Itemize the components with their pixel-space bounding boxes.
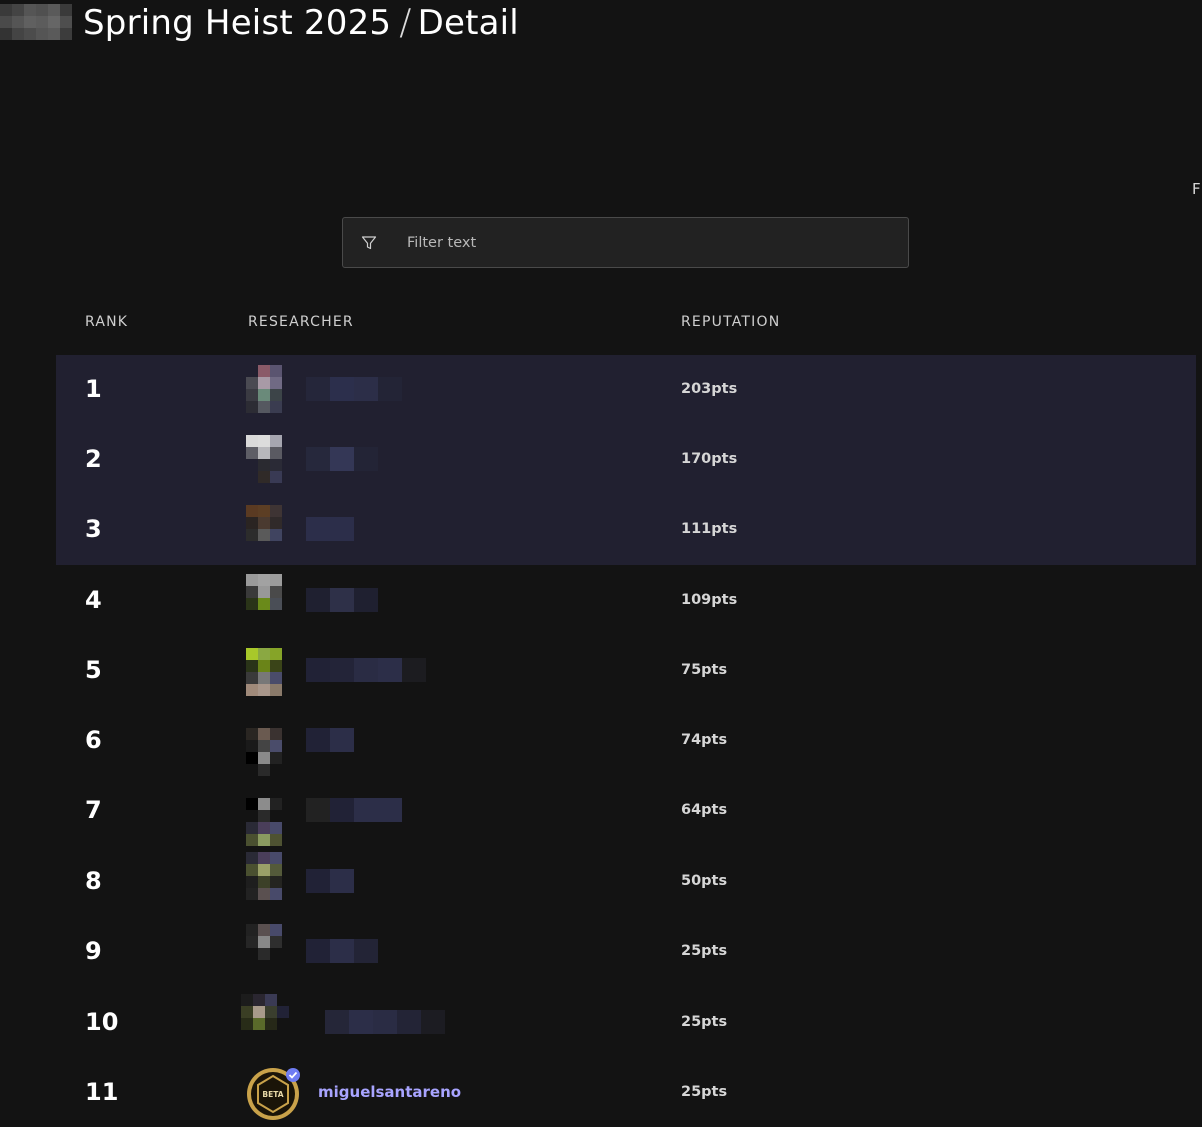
- filter-box[interactable]: [342, 217, 909, 268]
- blurred-username[interactable]: [306, 377, 402, 401]
- rank-cell: 7: [85, 796, 102, 824]
- blurred-username[interactable]: [306, 658, 426, 682]
- reputation-cell: 170pts: [681, 451, 738, 467]
- blurred-avatar[interactable]: [246, 574, 306, 622]
- reputation-cell: 109pts: [681, 592, 738, 608]
- table-row[interactable]: 3 111pts: [56, 495, 1196, 565]
- beta-badge-avatar[interactable]: BETA: [246, 1067, 300, 1121]
- blurred-username[interactable]: [325, 1010, 445, 1034]
- column-header-researcher[interactable]: RESEARCHER: [248, 314, 354, 330]
- filter-icon: [361, 235, 377, 249]
- breadcrumb: Spring Heist 2025 / Detail: [83, 2, 519, 43]
- blurred-avatar[interactable]: [246, 798, 306, 846]
- clipped-label: F: [1192, 180, 1201, 198]
- blurred-avatar[interactable]: [241, 994, 313, 1042]
- reputation-cell: 50pts: [681, 873, 728, 889]
- rank-cell: 5: [85, 656, 102, 684]
- page-subtitle: Detail: [417, 3, 519, 43]
- blurred-avatar[interactable]: [246, 728, 306, 776]
- blurred-username[interactable]: [306, 588, 378, 612]
- rank-cell: 6: [85, 726, 102, 754]
- blurred-avatar[interactable]: [246, 924, 306, 972]
- table-row[interactable]: 1 203pts: [56, 355, 1196, 425]
- rank-cell: 1: [85, 375, 102, 403]
- table-row[interactable]: 2 170pts: [56, 425, 1196, 495]
- table-row[interactable]: 6 74pts: [56, 706, 1196, 776]
- table-row[interactable]: 8 50pts: [56, 847, 1196, 917]
- reputation-cell: 25pts: [681, 943, 728, 959]
- column-header-rank[interactable]: RANK: [85, 314, 128, 330]
- rank-cell: 3: [85, 515, 102, 543]
- blurred-avatar[interactable]: [246, 435, 306, 483]
- table-row[interactable]: 7 64pts: [56, 776, 1196, 846]
- blurred-username[interactable]: [306, 798, 402, 822]
- filter-input[interactable]: [405, 233, 908, 252]
- blurred-logo: [0, 4, 72, 40]
- page-title[interactable]: Spring Heist 2025: [83, 3, 391, 43]
- blurred-avatar[interactable]: [246, 648, 306, 696]
- reputation-cell: 203pts: [681, 381, 738, 397]
- reputation-cell: 25pts: [681, 1084, 728, 1100]
- rank-cell: 11: [85, 1078, 119, 1106]
- table-row[interactable]: 4 109pts: [56, 566, 1196, 636]
- blurred-username[interactable]: [306, 869, 354, 893]
- rank-cell: 10: [85, 1008, 119, 1036]
- table-row[interactable]: 11 BETA miguelsantareno 25pts: [56, 1058, 1196, 1127]
- rank-cell: 2: [85, 445, 102, 473]
- reputation-cell: 111pts: [681, 521, 738, 537]
- table-row[interactable]: 10 25pts: [56, 988, 1196, 1058]
- rank-cell: 9: [85, 937, 102, 965]
- blurred-avatar[interactable]: [246, 505, 306, 553]
- reputation-cell: 74pts: [681, 732, 728, 748]
- blurred-username[interactable]: [306, 939, 378, 963]
- blurred-avatar[interactable]: [246, 365, 306, 413]
- leaderboard-page: Spring Heist 2025 / Detail F RANK RESEAR…: [0, 0, 1202, 1127]
- reputation-cell: 64pts: [681, 802, 728, 818]
- blurred-username[interactable]: [306, 517, 354, 541]
- rank-cell: 4: [85, 586, 102, 614]
- blurred-username[interactable]: [306, 447, 378, 471]
- researcher-username[interactable]: miguelsantareno: [318, 1083, 461, 1101]
- reputation-cell: 25pts: [681, 1014, 728, 1030]
- blurred-avatar[interactable]: [246, 852, 306, 900]
- reputation-cell: 75pts: [681, 662, 728, 678]
- table-row[interactable]: 9 25pts: [56, 917, 1196, 987]
- blurred-username[interactable]: [306, 728, 354, 752]
- column-header-reputation[interactable]: REPUTATION: [681, 314, 780, 330]
- breadcrumb-separator: /: [399, 2, 412, 43]
- rank-cell: 8: [85, 867, 102, 895]
- badge-label: BETA: [262, 1090, 283, 1099]
- table-row[interactable]: 5 75pts: [56, 636, 1196, 706]
